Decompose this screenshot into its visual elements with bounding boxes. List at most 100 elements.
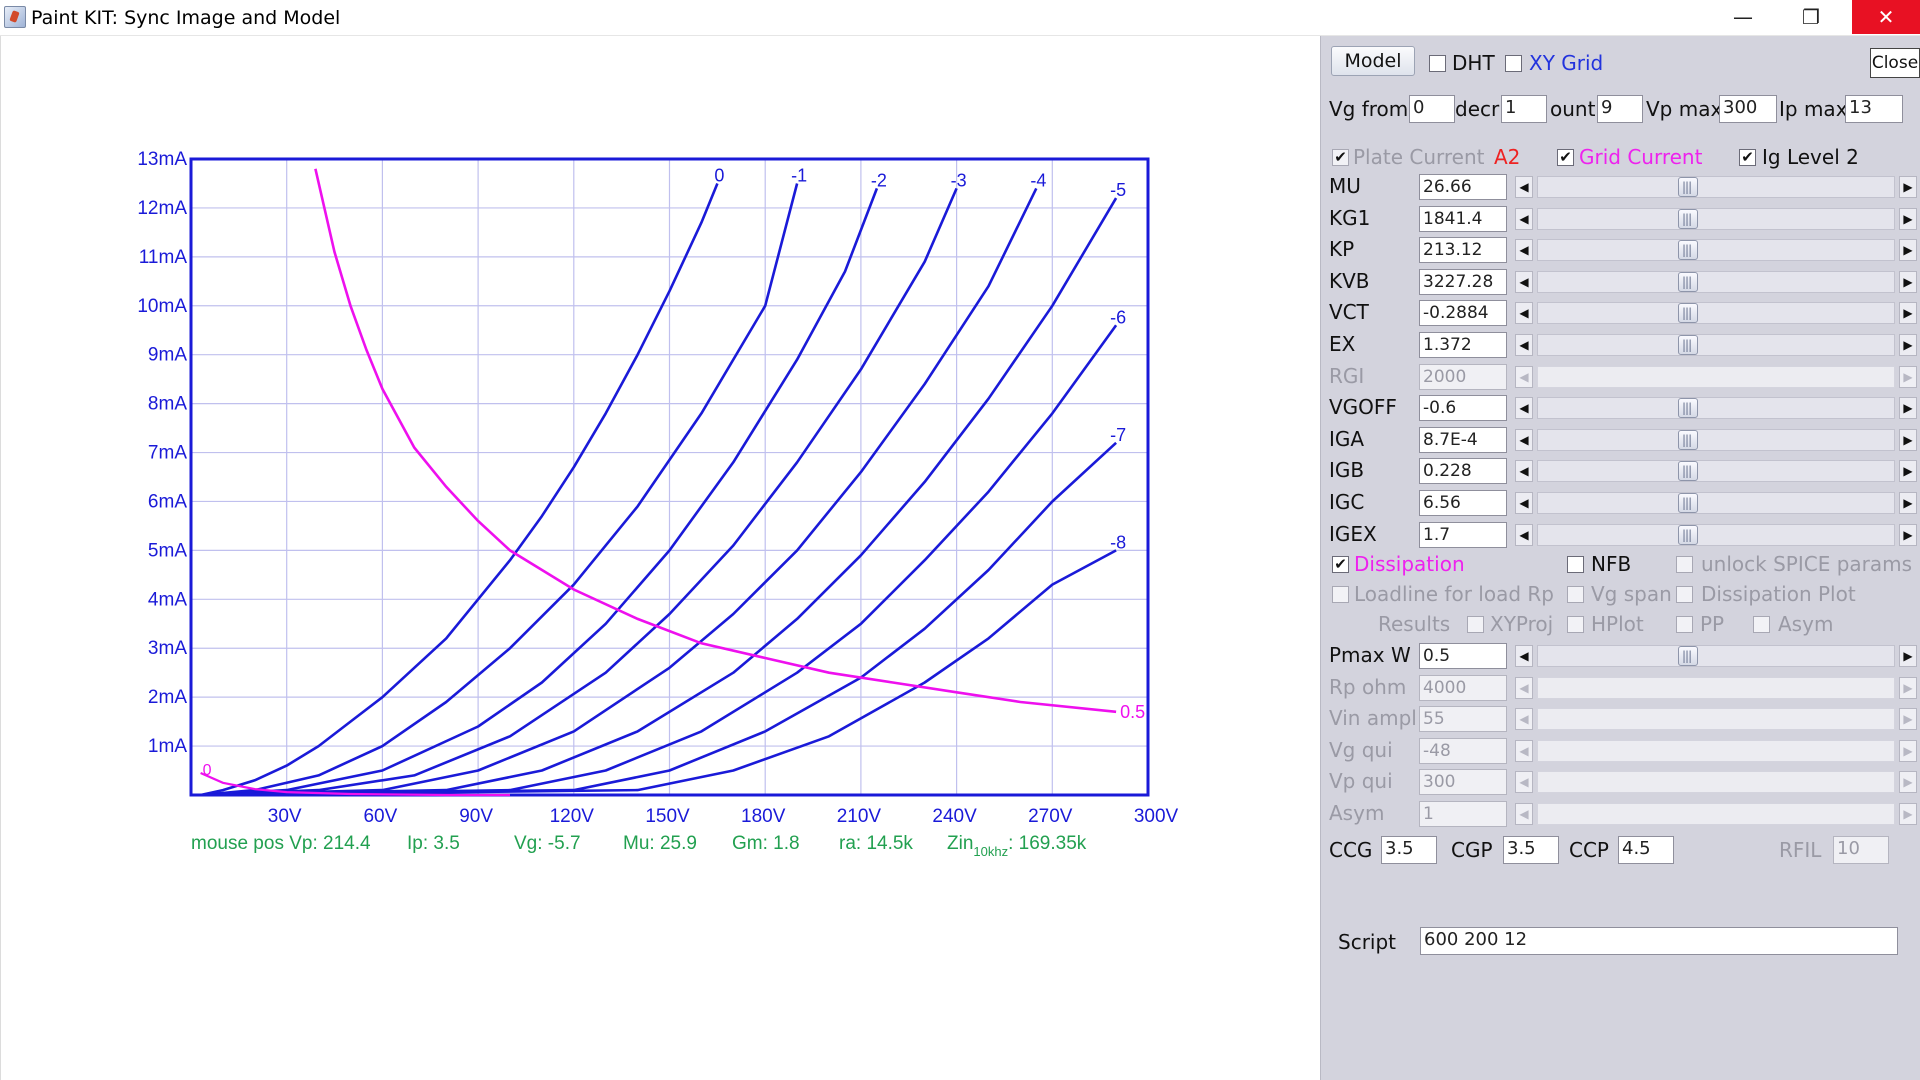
param-field-igex[interactable]: 1.7	[1419, 521, 1507, 548]
slider-right-arrow-icon[interactable]: ▶	[1899, 270, 1917, 293]
param-slider-asym[interactable]: ◀ ▶	[1515, 800, 1917, 826]
slider-left-arrow-icon[interactable]: ◀	[1515, 803, 1533, 825]
slider-track[interactable]	[1537, 739, 1895, 762]
grid-current-checkbox[interactable]: ✔	[1557, 149, 1574, 166]
model-button[interactable]: Model	[1331, 46, 1415, 76]
slider-track[interactable]	[1537, 771, 1895, 794]
slider-track[interactable]	[1537, 239, 1895, 262]
param-slider-kvb[interactable]: ◀▶	[1515, 268, 1917, 294]
param-field-vin-ampl[interactable]: 55	[1419, 706, 1507, 733]
slider-thumb[interactable]	[1678, 646, 1698, 666]
slider-thumb[interactable]	[1678, 493, 1698, 513]
slider-right-arrow-icon[interactable]: ▶	[1899, 397, 1917, 420]
slider-track[interactable]	[1537, 428, 1895, 451]
slider-track[interactable]	[1537, 708, 1895, 731]
slider-track[interactable]	[1537, 334, 1895, 356]
param-field-asym[interactable]: 1	[1419, 801, 1507, 827]
slider-right-arrow-icon[interactable]: ▶	[1899, 176, 1917, 198]
param-field-vg-qui[interactable]: -48	[1419, 737, 1507, 764]
param-field-iga[interactable]: 8.7E-4	[1419, 426, 1507, 453]
param-field-igb[interactable]: 0.228	[1419, 458, 1507, 485]
slider-left-arrow-icon[interactable]: ◀	[1515, 334, 1533, 356]
param-slider-vct[interactable]: ◀▶	[1515, 299, 1917, 325]
loadline-checkbox[interactable]	[1332, 586, 1349, 603]
slider-left-arrow-icon[interactable]: ◀	[1515, 676, 1533, 699]
slider-track[interactable]	[1537, 460, 1895, 483]
script-field[interactable]: 600 200 12	[1420, 927, 1898, 955]
slider-track[interactable]	[1537, 176, 1895, 198]
slider-left-arrow-icon[interactable]: ◀	[1515, 739, 1533, 762]
slider-thumb[interactable]	[1678, 461, 1698, 482]
dissipation-checkbox[interactable]: ✔	[1332, 556, 1349, 573]
plate-current-checkbox[interactable]: ✔	[1332, 149, 1349, 166]
param-slider-vin-ampl[interactable]: ◀ ▶	[1515, 705, 1917, 731]
slider-right-arrow-icon[interactable]: ▶	[1899, 365, 1917, 388]
slider-thumb[interactable]	[1678, 398, 1698, 419]
vg-from-field[interactable]: 0	[1409, 95, 1455, 123]
plate-characteristics-chart[interactable]: 30V 60V 90V 120V 150V 180V 210V 240V 270V 300V 1mA…	[1, 36, 1321, 1080]
slider-left-arrow-icon[interactable]: ◀	[1515, 460, 1533, 483]
param-field-vct[interactable]: -0.2884	[1419, 300, 1507, 327]
slider-left-arrow-icon[interactable]: ◀	[1515, 523, 1533, 546]
slider-left-arrow-icon[interactable]: ◀	[1515, 771, 1533, 794]
param-field-pmax-w[interactable]: 0.5	[1419, 643, 1507, 669]
slider-track[interactable]	[1537, 207, 1895, 230]
slider-thumb[interactable]	[1678, 271, 1698, 292]
pp-checkbox[interactable]	[1676, 616, 1693, 633]
slider-track[interactable]	[1537, 645, 1895, 667]
param-slider-pmax-w[interactable]: ◀▶	[1515, 642, 1917, 668]
slider-thumb[interactable]	[1678, 524, 1698, 545]
param-field-kg1[interactable]: 1841.4	[1419, 205, 1507, 232]
vp-max-field[interactable]: 300	[1719, 95, 1777, 123]
slider-left-arrow-icon[interactable]: ◀	[1515, 270, 1533, 293]
param-slider-igb[interactable]: ◀▶	[1515, 457, 1917, 483]
slider-track[interactable]	[1537, 365, 1895, 388]
param-slider-kg1[interactable]: ◀▶	[1515, 205, 1917, 231]
param-slider-ex[interactable]: ◀▶	[1515, 331, 1917, 357]
slider-track[interactable]	[1537, 803, 1895, 825]
slider-left-arrow-icon[interactable]: ◀	[1515, 365, 1533, 388]
slider-left-arrow-icon[interactable]: ◀	[1515, 428, 1533, 451]
slider-right-arrow-icon[interactable]: ▶	[1899, 239, 1917, 262]
slider-right-arrow-icon[interactable]: ▶	[1899, 207, 1917, 230]
decr-field[interactable]: 1	[1501, 95, 1547, 123]
param-slider-rp-ohm[interactable]: ◀ ▶	[1515, 674, 1917, 700]
slider-right-arrow-icon[interactable]: ▶	[1899, 428, 1917, 451]
param-field-rp-ohm[interactable]: 4000	[1419, 674, 1507, 701]
plot-area[interactable]: 30V 60V 90V 120V 150V 180V 210V 240V 270V 300V 1mA…	[0, 36, 1320, 1080]
param-slider-kp[interactable]: ◀▶	[1515, 236, 1917, 262]
slider-left-arrow-icon[interactable]: ◀	[1515, 207, 1533, 230]
slider-left-arrow-icon[interactable]: ◀	[1515, 645, 1533, 667]
asym-checkbox[interactable]	[1753, 616, 1770, 633]
param-field-vgoff[interactable]: -0.6	[1419, 395, 1507, 422]
slider-thumb[interactable]	[1678, 303, 1698, 324]
param-slider-vp-qui[interactable]: ◀ ▶	[1515, 768, 1917, 794]
param-slider-igex[interactable]: ◀▶	[1515, 521, 1917, 547]
minimize-button[interactable]: —	[1712, 0, 1774, 34]
slider-right-arrow-icon[interactable]: ▶	[1899, 523, 1917, 546]
slider-right-arrow-icon[interactable]: ▶	[1899, 492, 1917, 514]
slider-right-arrow-icon[interactable]: ▶	[1899, 645, 1917, 667]
slider-left-arrow-icon[interactable]: ◀	[1515, 397, 1533, 420]
unlock-spice-checkbox[interactable]	[1676, 556, 1693, 573]
maximize-button[interactable]: ❐	[1780, 0, 1842, 34]
ig-level-checkbox[interactable]: ✔	[1739, 149, 1756, 166]
rfil-field[interactable]: 10	[1833, 836, 1889, 864]
slider-track[interactable]	[1537, 492, 1895, 514]
ccg-field[interactable]: 3.5	[1381, 836, 1437, 864]
slider-track[interactable]	[1537, 676, 1895, 699]
param-field-igc[interactable]: 6.56	[1419, 490, 1507, 516]
slider-left-arrow-icon[interactable]: ◀	[1515, 302, 1533, 325]
slider-right-arrow-icon[interactable]: ▶	[1899, 771, 1917, 794]
slider-track[interactable]	[1537, 397, 1895, 420]
slider-right-arrow-icon[interactable]: ▶	[1899, 302, 1917, 325]
slider-thumb[interactable]	[1678, 429, 1698, 450]
slider-track[interactable]	[1537, 270, 1895, 293]
hplot-checkbox[interactable]	[1567, 616, 1584, 633]
param-slider-igc[interactable]: ◀▶	[1515, 489, 1917, 515]
slider-thumb[interactable]	[1678, 208, 1698, 229]
param-field-kp[interactable]: 213.12	[1419, 237, 1507, 264]
dht-checkbox[interactable]	[1429, 55, 1446, 72]
slider-right-arrow-icon[interactable]: ▶	[1899, 739, 1917, 762]
slider-thumb[interactable]	[1678, 177, 1698, 197]
